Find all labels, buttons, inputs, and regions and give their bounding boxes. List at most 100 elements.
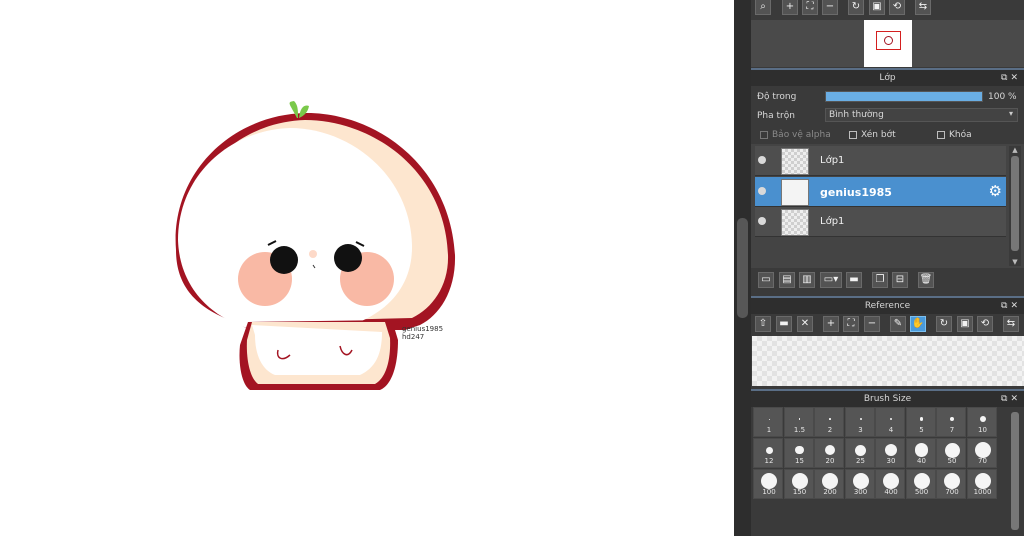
new-layer-icon[interactable]: ▭ [758,272,774,288]
duplicate-icon[interactable]: ❐ [872,272,888,288]
rotate-icon[interactable]: ↻ [936,316,952,332]
brush-size-cell[interactable]: 30 [875,438,905,468]
new-raster-icon[interactable]: ▤ [779,272,795,288]
reference-panel-header: Reference ⧉✕ [751,296,1024,314]
flip-icon[interactable]: ⇆ [1003,316,1019,332]
layer-row[interactable]: Lớp1 [755,207,1006,237]
blend-label: Pha trộn [757,111,795,121]
brush-size-preview [944,473,960,489]
layer-panel-body: Độ trong 100 % Pha trộn Bình thường ▾ Bả… [751,86,1024,296]
upload-icon[interactable]: ⇧ [755,316,771,332]
protect-alpha-checkbox[interactable] [760,131,768,139]
visibility-toggle-icon[interactable] [758,156,766,164]
brush-size-label: 100 [762,488,776,496]
fullscreen-icon[interactable]: ▣ [957,316,973,332]
delete-icon[interactable]: 🗑 [918,272,934,288]
hand-icon[interactable]: ✋ [910,316,926,332]
brush-size-cell[interactable]: 2 [814,407,844,437]
layer-name: genius1985 [820,186,892,199]
layer-name: Lớp1 [820,216,845,227]
brush-size-cell[interactable]: 70 [966,438,997,468]
brush-size-preview [949,416,955,422]
zoom-fit-icon[interactable]: ⌕ [755,0,771,15]
panel-popout-close-icons[interactable]: ⧉✕ [1001,298,1021,314]
close-icon[interactable]: ✕ [797,316,813,332]
layer-row[interactable]: Lớp1 [755,146,1006,176]
brush-size-cell[interactable]: 12 [753,438,783,468]
brush-size-preview [944,442,960,458]
scroll-up-icon[interactable]: ▲ [1009,146,1021,154]
zoom-in-icon[interactable]: + [823,316,839,332]
brush-size-cell[interactable]: 100 [753,469,783,499]
brush-size-cell[interactable]: 50 [936,438,966,468]
brush-size-cell[interactable]: 1 [753,407,783,437]
brush-size-panel-title: Brush Size [863,394,912,404]
brush-size-cell[interactable]: 15 [783,438,814,468]
fit-window-icon[interactable]: ⛶ [802,0,818,15]
navigator-area[interactable] [751,20,1024,67]
brush-size-cell[interactable]: 1.5 [783,407,814,437]
brush-size-cell[interactable]: 1000 [966,469,997,499]
visibility-toggle-icon[interactable] [758,187,766,195]
layer-toolbar: ▭ ▤ ▥ ▭▾ ▬ ❐ ⊟ 🗑 [751,270,1024,290]
panel-popout-close-icons[interactable]: ⧉✕ [1001,70,1021,86]
brush-size-cell[interactable]: 7 [936,407,966,437]
eyedropper-icon[interactable]: ✎ [890,316,906,332]
brush-size-cell[interactable]: 10 [966,407,997,437]
brush-size-cell[interactable]: 5 [905,407,936,437]
brush-size-cell[interactable]: 40 [905,438,936,468]
zoom-out-icon[interactable]: − [864,316,880,332]
brush-size-cell[interactable]: 25 [844,438,875,468]
scrollbar-thumb[interactable] [737,218,748,318]
brush-size-cell[interactable]: 20 [814,438,844,468]
gear-icon[interactable]: ⚙ [989,182,1002,200]
drawing-canvas[interactable]: genius1985 hd247 [0,0,734,536]
brush-size-preview [919,417,924,421]
flip-icon[interactable]: ⇆ [915,0,931,15]
brush-scroll-thumb[interactable] [1011,412,1019,530]
brush-size-label: 300 [853,488,868,496]
brush-size-label: 30 [886,457,896,465]
brush-size-cell[interactable]: 700 [936,469,966,499]
new-halftone-icon[interactable]: ▥ [799,272,815,288]
panel-popout-close-icons[interactable]: ⧉✕ [1001,391,1021,407]
layer-list-scrollbar[interactable]: ▲ ▼ [1009,146,1021,266]
rotate-icon[interactable]: ↻ [848,0,864,15]
brush-size-preview [889,417,893,421]
brush-size-cell[interactable]: 3 [844,407,875,437]
zoom-out-icon[interactable]: − [822,0,838,15]
folder-icon[interactable]: ▬ [846,272,862,288]
merge-icon[interactable]: ⊟ [892,272,908,288]
brush-size-cell[interactable]: 150 [783,469,814,499]
fit-icon[interactable]: ⛶ [843,316,859,332]
layer-name: Lớp1 [820,155,845,166]
fullscreen-icon[interactable]: ▣ [869,0,885,15]
open-folder-icon[interactable]: ▬ [776,316,792,332]
layer-list-scroll-thumb[interactable] [1011,156,1019,251]
reference-image-area[interactable] [752,336,1024,386]
lock-checkbox[interactable] [937,131,945,139]
signature-line-1: genius1985 [402,325,444,333]
brush-size-label: 25 [856,457,865,465]
layer-row-selected[interactable]: genius1985 ⚙ [755,177,1006,207]
brush-size-cell[interactable]: 4 [875,407,905,437]
brush-size-cell[interactable]: 500 [905,469,936,499]
add-layer-dropdown-icon[interactable]: ▭▾ [820,272,842,288]
brush-size-label: 1 [766,426,772,434]
clipping-checkbox[interactable] [849,131,857,139]
brush-size-preview [974,442,991,458]
brush-size-preview [768,418,770,420]
brush-size-cell[interactable]: 200 [814,469,844,499]
brush-size-preview [765,446,773,454]
opacity-slider[interactable] [825,91,983,102]
brush-size-cell[interactable]: 300 [844,469,875,499]
scroll-down-icon[interactable]: ▼ [1009,258,1021,266]
brush-size-cell[interactable]: 400 [875,469,905,499]
rotate-reset-icon[interactable]: ⟲ [977,316,993,332]
visibility-toggle-icon[interactable] [758,217,766,225]
zoom-in-icon[interactable]: + [782,0,798,15]
blend-mode-select[interactable]: Bình thường ▾ [825,108,1018,122]
brush-grid-scrollbar[interactable] [1009,408,1021,536]
rotate-reset-icon[interactable]: ⟲ [889,0,905,15]
brush-size-label: 1000 [973,488,992,496]
